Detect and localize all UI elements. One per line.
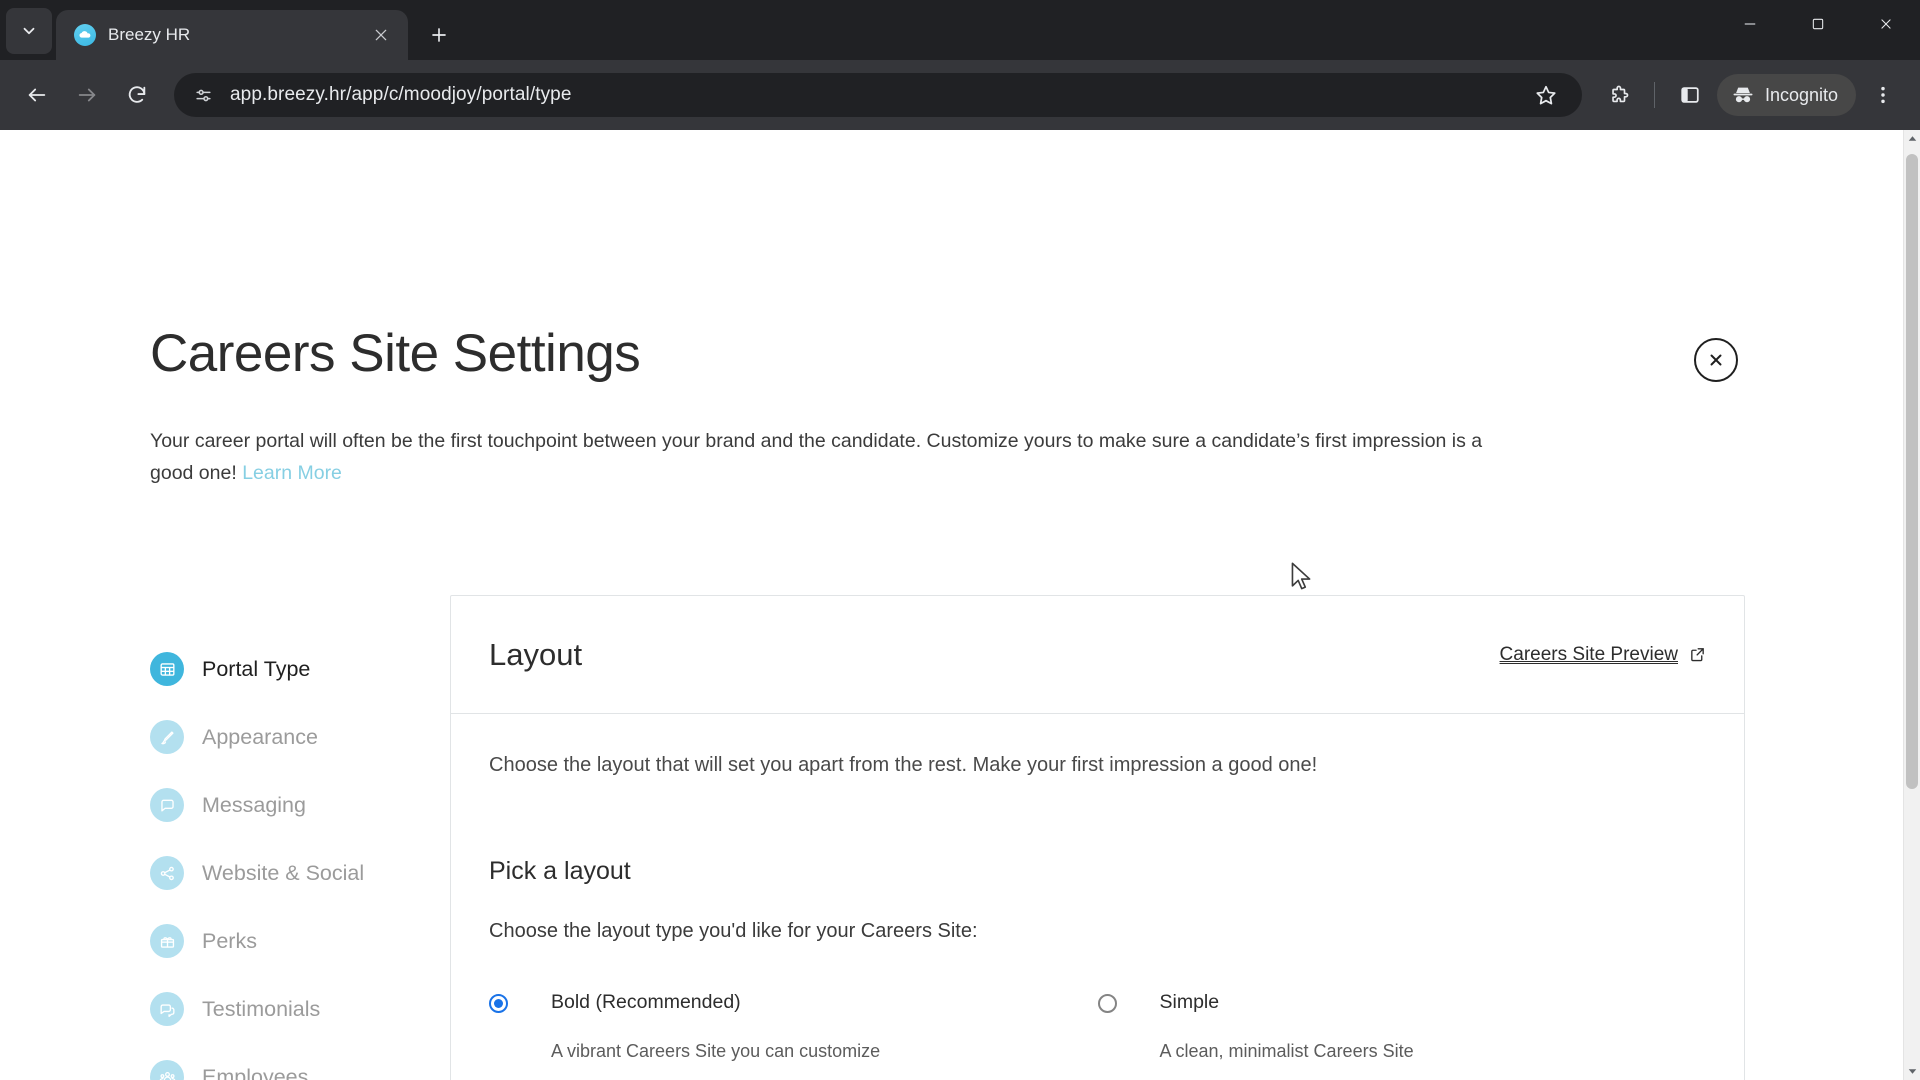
sidebar-item-label: Portal Type: [202, 656, 311, 681]
mouse-cursor: [1291, 562, 1311, 590]
layout-option-description: A vibrant Careers Site you can customize: [551, 1041, 881, 1061]
quote-chat-icon: [150, 992, 184, 1026]
tab-title: Breezy HR: [108, 25, 191, 44]
forward-button[interactable]: [64, 72, 110, 118]
layout-option-bold[interactable]: Bold (Recommended) A vibrant Careers Sit…: [489, 991, 1098, 1062]
window-close-icon: [1881, 19, 1891, 29]
arrow-left-icon: [28, 88, 46, 102]
sidebar-item-appearance[interactable]: Appearance: [150, 703, 430, 771]
sidebar-item-website-and-social[interactable]: Website & Social: [150, 839, 430, 907]
card-header: Layout Careers Site Preview: [451, 596, 1744, 714]
cloud-icon: [74, 24, 96, 46]
layout-option-label: Simple: [1159, 991, 1220, 1013]
page-description-text: Your career portal will often be the fir…: [150, 430, 1483, 484]
minimize-icon: [1744, 23, 1756, 25]
url-text: app.breezy.hr/app/c/moodjoy/portal/type: [230, 84, 572, 105]
window-close-button[interactable]: [1852, 0, 1920, 48]
tune-icon: [195, 89, 211, 101]
learn-more-link[interactable]: Learn More: [242, 462, 342, 484]
bookmark-button[interactable]: [1526, 75, 1566, 115]
star-icon: [1536, 85, 1556, 105]
gift-icon: [150, 924, 184, 958]
tab-search-button[interactable]: [6, 8, 52, 54]
sidebar-item-testimonials[interactable]: Testimonials: [150, 975, 430, 1043]
share-icon: [150, 856, 184, 890]
layout-settings-card: Layout Careers Site Preview Choose the l…: [450, 595, 1745, 1080]
caret-up-icon: [1908, 136, 1916, 141]
settings-sidebar: Portal Type Appearance Messaging Website…: [150, 635, 430, 1080]
arrow-right-icon: [78, 88, 96, 102]
maximize-button[interactable]: [1784, 0, 1852, 48]
browser-window: Breezy HR app.breezy.hr/app/c/moodjoy/po…: [0, 0, 1920, 1080]
chevron-down-icon: [23, 27, 35, 35]
sidebar-item-messaging[interactable]: Messaging: [150, 771, 430, 839]
side-panel-button[interactable]: [1667, 72, 1713, 118]
close-icon: [375, 29, 387, 41]
incognito-indicator[interactable]: Incognito: [1716, 74, 1856, 116]
layout-lead-text: Choose the layout that will set you apar…: [489, 754, 1318, 776]
minimize-button[interactable]: [1716, 0, 1784, 48]
caret-down-icon: [1908, 1069, 1916, 1074]
reload-icon: [128, 86, 146, 103]
sidebar-item-employees[interactable]: Employees: [150, 1043, 430, 1080]
scrollbar-thumb[interactable]: [1906, 154, 1918, 789]
plus-icon: [432, 28, 446, 42]
preview-link-label: Careers Site Preview: [1499, 643, 1678, 665]
careers-site-preview-link[interactable]: Careers Site Preview: [1500, 644, 1706, 666]
window-controls: [1716, 0, 1920, 60]
card-title: Layout: [489, 636, 583, 672]
paintbrush-icon: [150, 720, 184, 754]
tab-close-button[interactable]: [368, 22, 394, 48]
page-scrollbar[interactable]: [1903, 130, 1920, 1080]
page-viewport: Careers Site Settings Your career portal…: [0, 130, 1920, 1080]
sidebar-item-label: Appearance: [202, 724, 318, 749]
extensions-button[interactable]: [1596, 72, 1642, 118]
puzzle-icon: [1612, 85, 1629, 103]
layout-option-simple[interactable]: Simple A clean, minimalist Careers Site: [1097, 991, 1707, 1062]
sidebar-item-label: Perks: [202, 928, 257, 953]
browser-tab[interactable]: Breezy HR: [56, 10, 408, 60]
layout-option-description: A clean, minimalist Careers Site: [1159, 1041, 1414, 1061]
scroll-up-button[interactable]: [1904, 130, 1920, 147]
radio-bold[interactable]: [489, 994, 508, 1013]
reload-button[interactable]: [114, 72, 160, 118]
sidebar-item-label: Testimonials: [202, 996, 321, 1021]
page-title: Careers Site Settings: [150, 324, 641, 383]
back-button[interactable]: [14, 72, 60, 118]
incognito-icon: [1733, 87, 1753, 103]
scroll-down-button[interactable]: [1904, 1063, 1920, 1080]
sidebar-item-perks[interactable]: Perks: [150, 907, 430, 975]
sidebar-item-label: Website & Social: [202, 860, 365, 885]
close-settings-button[interactable]: [1694, 338, 1738, 382]
chrome-menu-button[interactable]: [1860, 72, 1906, 118]
incognito-label: Incognito: [1764, 84, 1838, 105]
sidebar-item-portal-type[interactable]: Portal Type: [150, 635, 430, 703]
three-dot-menu-icon: [1881, 86, 1885, 104]
browser-toolbar: app.breezy.hr/app/c/moodjoy/portal/type …: [0, 60, 1920, 130]
sidebar-item-label: Messaging: [202, 792, 306, 817]
layout-option-label: Bold (Recommended): [551, 991, 741, 1013]
radio-simple[interactable]: [1097, 994, 1117, 1013]
tab-strip: Breezy HR: [0, 0, 1920, 60]
side-panel-icon: [1681, 87, 1699, 103]
sidebar-item-label: Employees: [202, 1064, 309, 1080]
toolbar-divider: [1653, 82, 1655, 108]
page-info-icon[interactable]: [190, 82, 216, 108]
pick-a-layout-heading: Pick a layout: [489, 857, 631, 885]
close-circle-icon: [1710, 354, 1722, 366]
careers-site-settings-page: Careers Site Settings Your career portal…: [0, 130, 1903, 1080]
card-body: Choose the layout that will set you apar…: [451, 714, 1744, 1062]
people-icon: [150, 1060, 184, 1080]
grid-icon: [150, 652, 184, 686]
maximize-icon: [1812, 18, 1824, 30]
new-tab-button[interactable]: [418, 14, 460, 56]
layout-options-group: Bold (Recommended) A vibrant Careers Sit…: [489, 991, 1706, 1062]
chat-bubble-icon: [150, 788, 184, 822]
address-bar[interactable]: app.breezy.hr/app/c/moodjoy/portal/type: [174, 73, 1582, 117]
page-description: Your career portal will often be the fir…: [150, 425, 1530, 489]
external-link-icon: [1691, 648, 1704, 662]
pick-a-layout-subtext: Choose the layout type you'd like for yo…: [489, 920, 978, 942]
